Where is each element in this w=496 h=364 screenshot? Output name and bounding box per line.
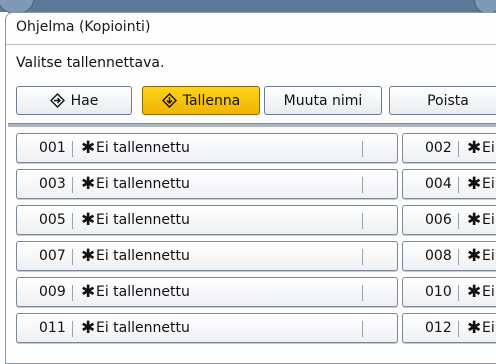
delete-button-label: Poista (427, 92, 469, 109)
slot-divider (458, 141, 459, 157)
program-store-icon (161, 93, 177, 108)
program-label: Ei tallennettu (96, 176, 190, 192)
not-stored-star-icon: ✱ (467, 138, 482, 158)
program-slot-007[interactable]: 007 ✱ Ei tallennettu (16, 241, 398, 271)
program-slot-005[interactable]: 005 ✱ Ei tallennettu (16, 205, 398, 235)
program-slot-011[interactable]: 011 ✱ Ei tallennettu (16, 313, 398, 343)
slot-divider (458, 321, 459, 337)
program-number: 012 (425, 320, 452, 336)
slot-divider (72, 213, 73, 229)
rename-button[interactable]: Muuta nimi (264, 86, 382, 115)
program-label: Ei tallennettu (96, 284, 190, 300)
program-slot-002[interactable]: 002 ✱ Ei (402, 133, 496, 163)
program-label: Ei tallennettu (96, 320, 190, 336)
window-title: Ohjelma (Kopiointi) (16, 19, 151, 35)
program-label: Ei (482, 212, 495, 228)
slot-divider (458, 249, 459, 265)
program-label: Ei tallennettu (96, 248, 190, 264)
program-number: 001 (39, 140, 66, 156)
slot-divider (458, 285, 459, 301)
program-number: 007 (39, 248, 66, 264)
slot-divider (72, 249, 73, 265)
program-number: 003 (39, 176, 66, 192)
program-label: Ei (482, 140, 495, 156)
program-label: Ei (482, 176, 495, 192)
slot-end-divider (362, 213, 363, 229)
not-stored-star-icon: ✱ (81, 210, 96, 230)
not-stored-star-icon: ✱ (81, 138, 96, 158)
store-button-label: Tallenna (182, 92, 241, 109)
program-slot-006[interactable]: 006 ✱ Ei (402, 205, 496, 235)
program-slot-008[interactable]: 008 ✱ Ei (402, 241, 496, 271)
program-recall-icon (49, 93, 65, 108)
program-number: 009 (39, 284, 66, 300)
top-band (0, 0, 496, 14)
not-stored-star-icon: ✱ (81, 318, 96, 338)
not-stored-star-icon: ✱ (467, 246, 482, 266)
not-stored-star-icon: ✱ (81, 282, 96, 302)
slot-end-divider (362, 141, 363, 157)
program-number: 002 (425, 140, 452, 156)
not-stored-star-icon: ✱ (81, 174, 96, 194)
not-stored-star-icon: ✱ (81, 246, 96, 266)
not-stored-star-icon: ✱ (467, 282, 482, 302)
program-label: Ei tallennettu (96, 212, 190, 228)
program-slot-004[interactable]: 004 ✱ Ei (402, 169, 496, 199)
program-slot-001[interactable]: 001 ✱ Ei tallennettu (16, 133, 398, 163)
store-button[interactable]: Tallenna (142, 86, 260, 115)
program-slot-003[interactable]: 003 ✱ Ei tallennettu (16, 169, 398, 199)
slot-divider (72, 141, 73, 157)
slot-divider (458, 213, 459, 229)
rename-button-label: Muuta nimi (283, 92, 363, 109)
slot-end-divider (362, 177, 363, 193)
program-label: Ei (482, 248, 495, 264)
slot-divider (72, 285, 73, 301)
title-divider (6, 44, 496, 45)
not-stored-star-icon: ✱ (467, 210, 482, 230)
recall-button-label: Hae (70, 92, 99, 109)
program-label: Ei (482, 320, 495, 336)
delete-button[interactable]: Poista (389, 86, 496, 115)
program-label: Ei tallennettu (96, 140, 190, 156)
slot-divider (72, 321, 73, 337)
not-stored-star-icon: ✱ (467, 318, 482, 338)
program-label: Ei (482, 284, 495, 300)
list-divider (8, 123, 496, 127)
slot-end-divider (362, 249, 363, 265)
slot-end-divider (362, 321, 363, 337)
program-number: 010 (425, 284, 452, 300)
program-number: 011 (39, 320, 66, 336)
program-slot-009[interactable]: 009 ✱ Ei tallennettu (16, 277, 398, 307)
program-slot-012[interactable]: 012 ✱ Ei (402, 313, 496, 343)
program-number: 005 (39, 212, 66, 228)
program-number: 008 (425, 248, 452, 264)
slot-end-divider (362, 285, 363, 301)
program-number: 006 (425, 212, 452, 228)
instruction-text: Valitse tallennettava. (16, 55, 165, 71)
program-slot-010[interactable]: 010 ✱ Ei (402, 277, 496, 307)
recall-button[interactable]: Hae (16, 86, 132, 115)
not-stored-star-icon: ✱ (467, 174, 482, 194)
program-number: 004 (425, 176, 452, 192)
slot-divider (458, 177, 459, 193)
slot-divider (72, 177, 73, 193)
